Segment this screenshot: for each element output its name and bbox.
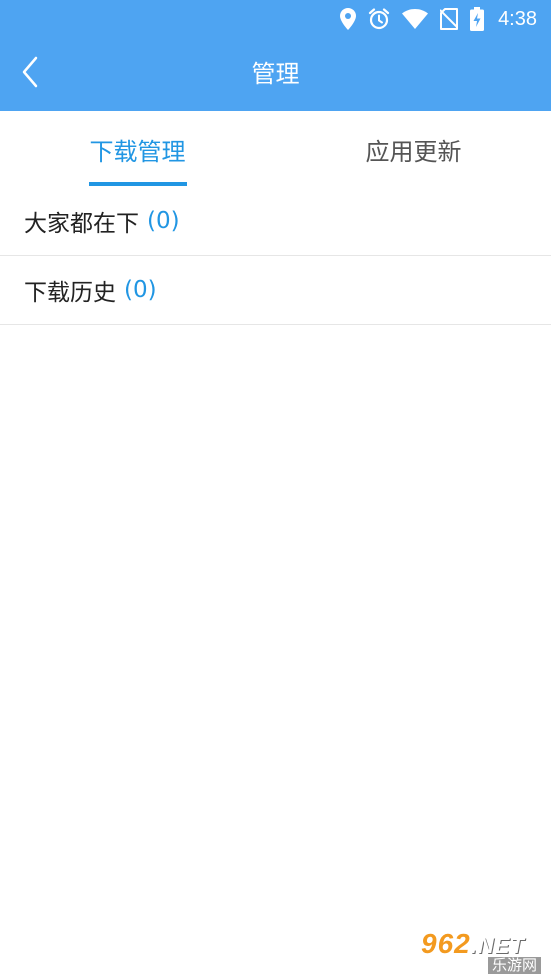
status-time: 4:38 [498, 7, 537, 30]
tab-app-updates[interactable]: 应用更新 [276, 111, 551, 187]
list-item-count: (0) [124, 277, 157, 303]
wifi-icon [402, 9, 429, 29]
no-sim-icon [440, 8, 459, 30]
page-title: 管理 [251, 60, 300, 88]
watermark-bottom: 乐游网 [487, 957, 541, 974]
app-bar: 4:38 管理 [0, 0, 551, 111]
active-tab-indicator [89, 182, 187, 186]
list-item-count: (0) [147, 208, 180, 234]
list-item-popular-downloads[interactable]: 大家都在下 (0) [0, 187, 551, 256]
tab-download-management[interactable]: 下载管理 [0, 111, 275, 187]
list-item-download-history[interactable]: 下载历史 (0) [0, 256, 551, 325]
download-list: 大家都在下 (0) 下载历史 (0) [0, 187, 551, 325]
status-icons: 4:38 [340, 6, 537, 32]
tab-bar: 下载管理 应用更新 [0, 111, 551, 187]
battery-charging-icon [470, 7, 485, 31]
list-item-label: 下载历史 [24, 280, 116, 306]
location-icon [340, 8, 357, 30]
alarm-icon [368, 8, 390, 30]
list-item-label: 大家都在下 [24, 211, 139, 237]
status-bar: 4:38 [0, 0, 551, 38]
watermark-logo: 962.NET 乐游网 [413, 928, 545, 974]
